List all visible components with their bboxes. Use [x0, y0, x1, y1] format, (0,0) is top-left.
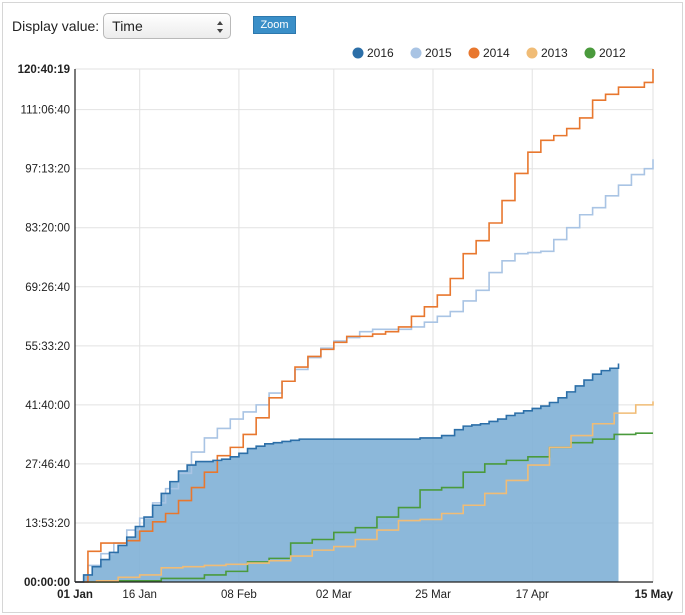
series-layer	[75, 69, 654, 583]
x-tick-label: 01 Jan	[57, 589, 93, 601]
y-tick-label: 97:13:20	[25, 164, 70, 176]
legend-swatch	[584, 47, 596, 59]
legend-item-2014[interactable]: 2014	[468, 46, 511, 60]
y-tick-label: 55:33:20	[25, 341, 70, 353]
y-tick-label: 41:40:00	[25, 400, 70, 412]
y-tick-label: 83:20:00	[25, 223, 70, 235]
legend: 2016 2015 2014 2013 2012	[352, 46, 627, 60]
x-tick-label: 16 Jan	[122, 589, 157, 601]
x-tick-label: 25 Mar	[415, 589, 451, 601]
y-tick-label: 111:06:40	[21, 105, 70, 117]
legend-label: 2016	[367, 46, 394, 60]
display-value-label: Display value:	[12, 18, 100, 34]
legend-item-2012[interactable]: 2012	[584, 46, 627, 60]
legend-swatch	[526, 47, 538, 59]
x-tick-label: 02 Mar	[316, 589, 352, 601]
display-value-controls: Display value: Time	[12, 12, 232, 40]
legend-item-2016[interactable]: 2016	[352, 46, 395, 60]
legend-label: 2013	[541, 46, 568, 60]
legend-label: 2015	[425, 46, 452, 60]
series-area-2016	[75, 363, 619, 582]
y-tick-label: 120:40:19	[18, 64, 70, 76]
select-arrows-icon	[217, 21, 224, 33]
time-chart: 00:00:00 13:53:20 27:46:40 41:40:00 55:33:20…	[18, 46, 674, 601]
legend-label: 2014	[483, 46, 510, 60]
legend-label: 2012	[599, 46, 626, 60]
x-tick-label: 08 Feb	[221, 589, 257, 601]
display-value-select[interactable]: Time	[103, 13, 232, 39]
display-value-selected: Time	[112, 18, 143, 34]
y-tick-label: 13:53:20	[25, 518, 70, 530]
legend-swatch	[410, 47, 422, 59]
legend-item-2015[interactable]: 2015	[410, 46, 453, 60]
legend-swatch	[352, 47, 364, 59]
legend-swatch	[468, 47, 480, 59]
legend-item-2013[interactable]: 2013	[526, 46, 569, 60]
y-tick-label: 69:26:40	[25, 282, 70, 294]
y-tick-label: 27:46:40	[25, 459, 70, 471]
zoom-button[interactable]: Zoom	[253, 16, 296, 34]
x-tick-label: 15 May	[635, 589, 674, 601]
y-tick-label: 00:00:00	[24, 577, 70, 589]
x-tick-label: 17 Apr	[516, 589, 549, 601]
